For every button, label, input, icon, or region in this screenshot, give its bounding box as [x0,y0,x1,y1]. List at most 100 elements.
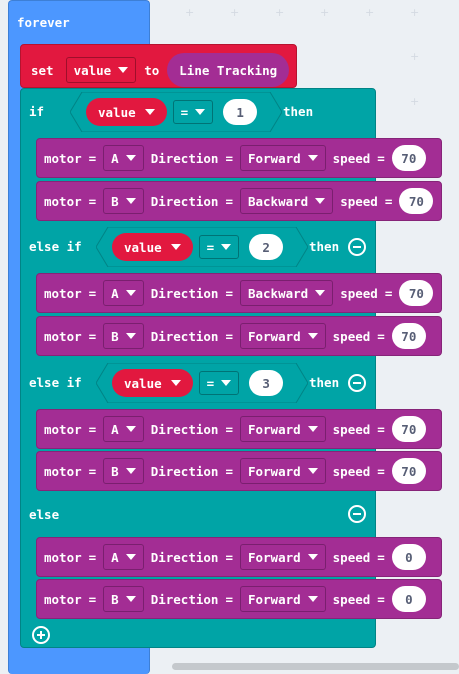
caret-down-icon [125,426,136,432]
motor-dropdown[interactable]: B [103,458,144,484]
direction-dropdown[interactable]: Backward [239,280,334,306]
variable-reporter[interactable]: value [86,98,167,126]
variable-name: value [73,62,112,78]
variable-reporter[interactable]: value [112,369,193,397]
motor-block[interactable]: motor = B Direction = Backward speed = 7… [36,181,442,221]
speed-keyword: speed [340,193,378,209]
minus-circle-icon[interactable] [348,374,366,392]
variable-reporter[interactable]: value [112,233,193,261]
speed-input[interactable]: 70 [391,323,426,349]
direction-dropdown[interactable]: Forward [239,145,326,171]
motor-keyword: motor [44,549,82,565]
horizontal-scrollbar[interactable] [172,663,459,670]
caret-down-icon [307,333,318,339]
grid-mark: + [230,6,240,19]
eq-symbol: = [88,591,97,607]
eq-symbol: = [225,328,233,344]
operator-dropdown[interactable]: = [172,100,214,124]
then-label: then [309,239,340,254]
caret-down-icon [125,554,136,560]
then-label: then [283,104,314,119]
speed-input[interactable]: 70 [391,458,426,484]
speed-input[interactable]: 0 [391,544,426,570]
caret-down-icon [307,468,318,474]
if-label: if [29,104,45,119]
speed-input[interactable]: 70 [391,416,426,442]
direction-value: Forward [247,591,301,607]
eq-symbol: = [88,549,97,565]
eq-symbol: = [225,193,233,209]
operator-symbol: = [206,239,215,255]
variable-dropdown[interactable]: value [65,57,137,83]
caret-down-icon [307,596,318,602]
motor-keyword: motor [44,421,82,437]
speed-input[interactable]: 0 [391,586,426,612]
direction-dropdown[interactable]: Forward [239,323,326,349]
motor-keyword: motor [44,591,82,607]
motor-keyword: motor [44,463,82,479]
set-keyword: set [31,62,54,78]
caret-down-icon [170,380,181,386]
direction-value: Forward [247,328,301,344]
number-input[interactable]: 1 [223,99,258,125]
motor-block[interactable]: motor = A Direction = Backward speed = 7… [36,273,442,313]
direction-dropdown[interactable]: Backward [239,188,334,214]
operator-dropdown[interactable]: = [198,235,240,259]
speed-keyword: speed [332,591,371,607]
direction-value: Forward [247,421,301,437]
motor-keyword: motor [44,328,82,344]
eq-symbol: = [88,150,97,166]
eq-symbol: = [384,193,393,209]
direction-value: Forward [247,463,301,479]
direction-keyword: Direction [150,150,219,166]
motor-dropdown[interactable]: A [103,416,144,442]
line-tracking-reporter[interactable]: Line Tracking [167,53,290,87]
motor-value: A [111,150,119,166]
motor-keyword: motor [44,150,82,166]
motor-keyword: motor [44,193,82,209]
motor-value: A [111,285,119,301]
eq-symbol: = [377,150,385,166]
caret-down-icon [307,426,318,432]
speed-keyword: speed [332,150,371,166]
motor-block[interactable]: motor = A Direction = Forward speed = 70 [36,409,442,449]
motor-dropdown[interactable]: A [103,544,144,570]
motor-dropdown[interactable]: B [103,323,144,349]
caret-down-icon [125,155,136,161]
grid-mark: + [365,6,375,19]
minus-circle-icon[interactable] [348,505,366,523]
direction-value: Forward [247,549,301,565]
direction-value: Backward [247,193,309,209]
direction-dropdown[interactable]: Forward [239,544,326,570]
operator-dropdown[interactable]: = [198,371,240,395]
motor-block[interactable]: motor = B Direction = Forward speed = 70 [36,316,442,356]
motor-dropdown[interactable]: A [103,145,144,171]
caret-down-icon [125,198,136,204]
speed-input[interactable]: 70 [399,280,434,306]
eq-symbol: = [88,421,97,437]
motor-dropdown[interactable]: B [103,188,144,214]
eq-symbol: = [225,285,233,301]
set-variable-block[interactable]: set value to Line Tracking [20,44,297,88]
speed-input[interactable]: 70 [399,188,434,214]
plus-circle-icon[interactable] [32,626,50,644]
number-input[interactable]: 2 [249,234,284,260]
caret-down-icon [144,109,155,115]
direction-dropdown[interactable]: Forward [239,586,326,612]
motor-dropdown[interactable]: B [103,586,144,612]
motor-block[interactable]: motor = A Direction = Forward speed = 0 [36,537,442,577]
minus-circle-icon[interactable] [348,238,366,256]
eq-symbol: = [88,328,97,344]
speed-keyword: speed [332,463,371,479]
direction-dropdown[interactable]: Forward [239,416,326,442]
direction-dropdown[interactable]: Forward [239,458,326,484]
direction-keyword: Direction [150,463,219,479]
motor-block[interactable]: motor = B Direction = Forward speed = 0 [36,579,442,619]
speed-input[interactable]: 70 [391,145,426,171]
motor-dropdown[interactable]: A [103,280,144,306]
direction-keyword: Direction [150,328,219,344]
motor-block[interactable]: motor = B Direction = Forward speed = 70 [36,451,442,491]
motor-block[interactable]: motor = A Direction = Forward speed = 70 [36,138,442,178]
direction-keyword: Direction [150,549,219,565]
number-input[interactable]: 3 [249,370,284,396]
